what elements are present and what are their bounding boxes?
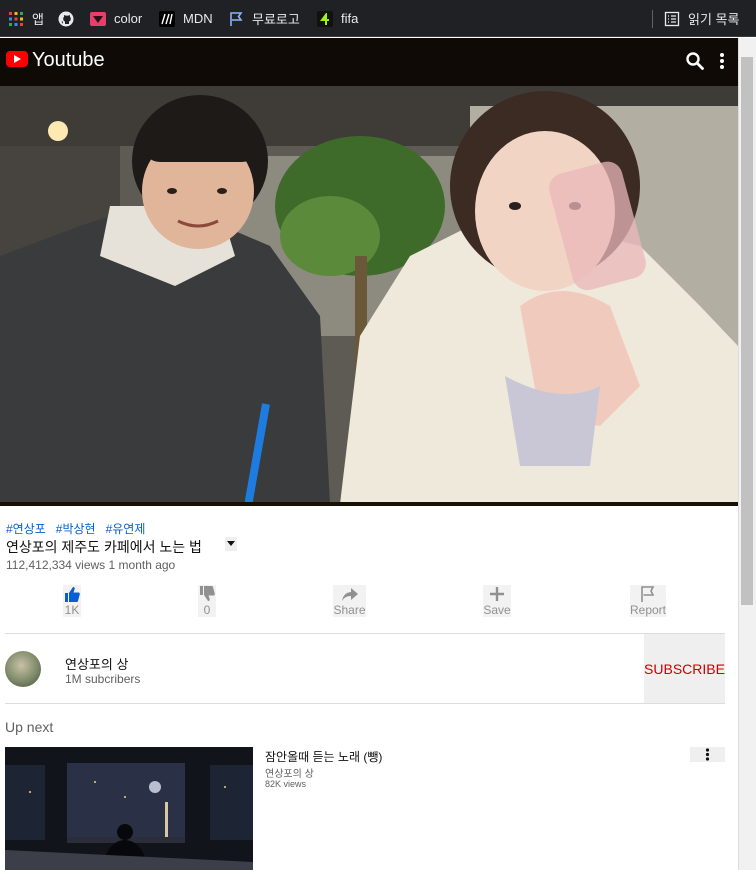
video-player[interactable] — [0, 86, 738, 504]
color-bookmark-icon — [90, 11, 106, 26]
subscriber-count: 1M subcribers — [65, 672, 141, 686]
channel-avatar[interactable] — [5, 651, 41, 687]
share-button[interactable]: Share — [333, 585, 366, 617]
thumbs-down-icon — [200, 586, 215, 601]
flag-bookmark-icon — [230, 11, 243, 26]
save-label: Save — [483, 603, 511, 617]
tag-link[interactable]: #유연제 — [106, 522, 146, 536]
flag-icon — [641, 586, 655, 602]
report-label: Report — [629, 603, 667, 617]
reading-list-label: 읽기 목록 — [688, 12, 740, 27]
divider — [5, 633, 725, 634]
youtube-logo-icon[interactable] — [6, 51, 28, 67]
bookmark-mdn[interactable]: MDN — [159, 0, 213, 37]
video-meta: 112,412,334 views 1 month ago — [6, 558, 176, 572]
bookmark-label: MDN — [183, 11, 213, 26]
dislike-count: 0 — [203, 603, 211, 617]
bookmarks-divider — [652, 10, 653, 28]
share-label: Share — [333, 603, 366, 617]
bookmark-fifa[interactable]: fifa — [317, 0, 358, 37]
bookmark-color[interactable]: color — [90, 0, 142, 37]
bookmark-label: 앱 — [32, 12, 44, 27]
video-frame — [0, 86, 738, 504]
thumbnail-image — [5, 747, 253, 870]
recommended-video-views: 82K views — [265, 779, 307, 789]
bookmark-label: fifa — [341, 11, 359, 26]
like-button[interactable]: 1K — [63, 585, 81, 617]
video-tags: #연상포 #박상현 #유연제 — [6, 520, 155, 537]
github-icon — [58, 11, 74, 26]
thumbs-up-icon — [65, 587, 80, 602]
report-button[interactable]: Report — [630, 585, 666, 617]
save-button[interactable]: Save — [483, 585, 511, 617]
up-next-heading: Up next — [5, 719, 54, 735]
app-header: Youtube — [0, 38, 738, 86]
video-progress-bar[interactable] — [0, 502, 738, 506]
recommended-video-channel[interactable]: 연상포의 상 — [265, 765, 314, 780]
bookmark-label: color — [114, 11, 143, 26]
more-vert-icon — [705, 748, 710, 761]
divider — [5, 703, 725, 704]
app-title[interactable]: Youtube — [32, 49, 105, 72]
reading-list-icon — [664, 11, 680, 26]
channel-name[interactable]: 연상포의 상 — [65, 654, 128, 673]
dislike-button[interactable]: 0 — [198, 585, 216, 617]
scrollbar-thumb[interactable] — [741, 57, 753, 605]
like-count: 1K — [64, 603, 80, 617]
apps-grid-icon — [9, 11, 23, 26]
bookmark-free-logo[interactable]: 무료로고 — [228, 0, 300, 37]
mdn-icon — [159, 10, 175, 27]
recommended-video-title[interactable]: 잠안올때 듣는 노래 (뺑) — [265, 748, 382, 765]
expand-description-button[interactable] — [225, 537, 237, 551]
video-title: 연상포의 제주도 카페에서 노는 법 — [6, 539, 202, 555]
bookmarks-bar: 앱 color MDN 무료로고 fifa 읽기 목록 — [0, 0, 756, 37]
plus-icon — [490, 587, 504, 601]
recommended-video-thumbnail[interactable] — [5, 747, 253, 870]
fifa-icon — [317, 10, 333, 27]
tag-link[interactable]: #연상포 — [6, 522, 46, 536]
more-vert-icon[interactable] — [716, 51, 728, 71]
search-icon[interactable] — [685, 51, 705, 71]
share-arrow-icon — [341, 588, 358, 601]
recommended-video-menu-button[interactable] — [690, 747, 725, 762]
bookmark-label: 무료로고 — [252, 12, 300, 27]
bookmark-apps[interactable]: 앱 — [8, 0, 44, 37]
subscribe-button[interactable]: SUBSCRIBE — [644, 634, 725, 704]
bookmark-github[interactable] — [58, 0, 74, 37]
tag-link[interactable]: #박상현 — [56, 522, 96, 536]
reading-list-button[interactable]: 읽기 목록 — [664, 0, 739, 37]
